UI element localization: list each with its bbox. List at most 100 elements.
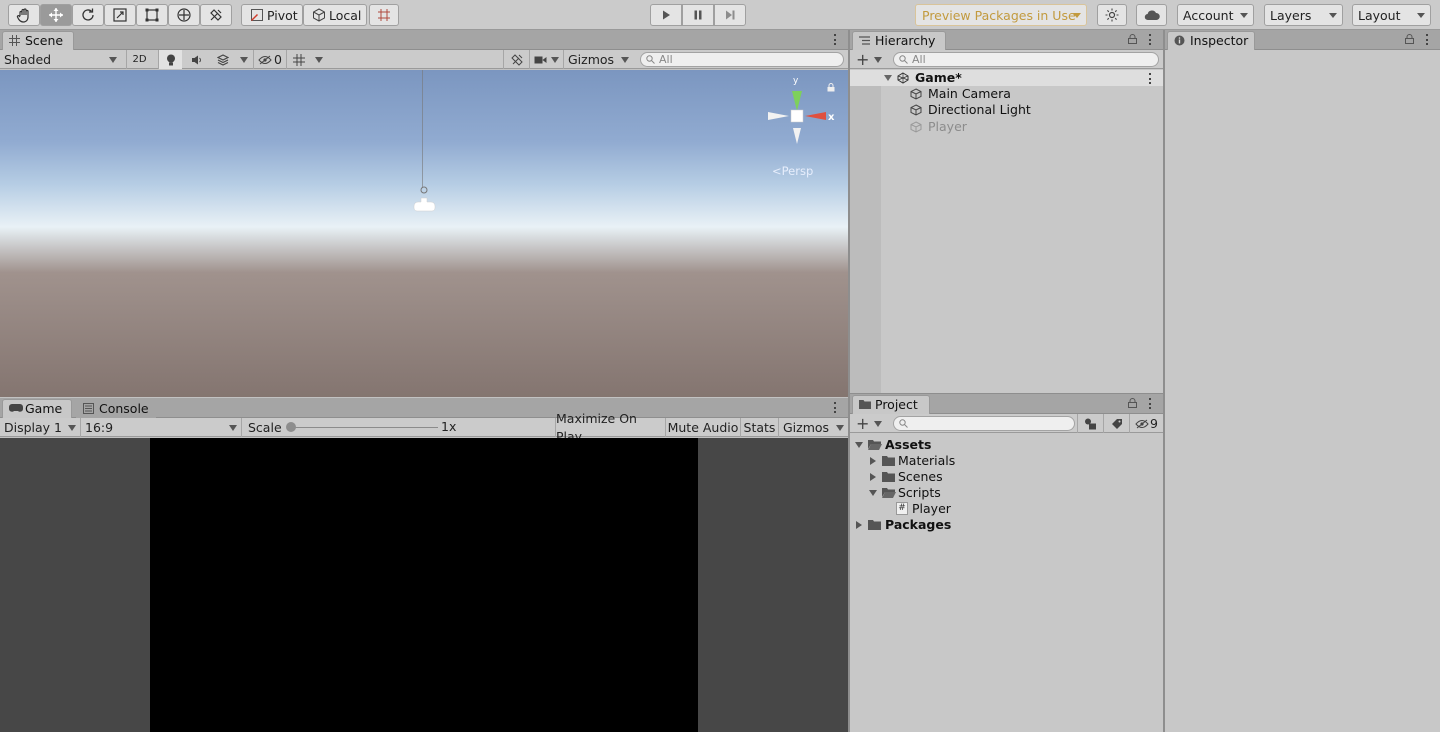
scale-slider-track[interactable]: [290, 427, 438, 428]
lock-icon[interactable]: [1405, 34, 1414, 44]
effects-toggle[interactable]: [210, 50, 236, 69]
shading-mode-dropdown[interactable]: Shaded: [0, 50, 121, 69]
local-label: Local: [329, 7, 362, 23]
tab-scene[interactable]: Scene: [2, 31, 74, 50]
project-search-input[interactable]: [893, 416, 1075, 431]
layers-dropdown[interactable]: Layers: [1264, 4, 1343, 26]
move-tool-button[interactable]: [40, 4, 72, 26]
camera-settings-dropdown[interactable]: [529, 50, 563, 69]
scene-tools-button[interactable]: [503, 50, 529, 69]
folder-icon: [868, 520, 881, 530]
mode-2d-button[interactable]: 2D: [126, 50, 152, 69]
mute-audio-toggle[interactable]: Mute Audio: [665, 418, 740, 437]
hidden-packages-toggle[interactable]: 9: [1129, 414, 1163, 433]
gizmos-dropdown[interactable]: Gizmos: [563, 50, 633, 69]
project-add-button[interactable]: +: [856, 416, 886, 432]
scene-menu-icon[interactable]: [834, 34, 837, 45]
scale-tool-button[interactable]: [104, 4, 136, 26]
play-button[interactable]: [650, 4, 682, 26]
gameobject-cube-icon: [910, 121, 922, 133]
hand-tool-button[interactable]: [8, 4, 40, 26]
eye-hidden-icon: [258, 55, 272, 64]
pause-button[interactable]: [682, 4, 714, 26]
hierarchy-add-button[interactable]: +: [856, 52, 886, 68]
hierarchy-item-player[interactable]: Player: [850, 119, 1163, 135]
chevron-down-icon: [68, 425, 76, 431]
mute-label: Mute Audio: [667, 419, 739, 435]
tree-item-assets[interactable]: Assets: [850, 437, 1163, 453]
layout-dropdown[interactable]: Layout: [1352, 4, 1431, 26]
preview-packages-dropdown[interactable]: Preview Packages in Use: [915, 4, 1087, 26]
tree-item-packages[interactable]: Packages: [850, 517, 1163, 533]
collapse-arrow-icon[interactable]: [870, 457, 876, 465]
stats-toggle[interactable]: Stats: [740, 418, 778, 437]
tree-item-scenes[interactable]: Scenes: [850, 469, 1163, 485]
hierarchy-item-main-camera[interactable]: Main Camera: [850, 86, 1163, 102]
tab-game[interactable]: Game: [2, 399, 72, 418]
search-by-label-button[interactable]: [1103, 414, 1129, 433]
audio-toggle[interactable]: [184, 50, 210, 69]
orientation-gizmo[interactable]: [764, 82, 836, 152]
shading-mode-label: Shaded: [4, 51, 52, 67]
tab-console[interactable]: Console: [76, 399, 156, 418]
game-gizmos-dropdown[interactable]: Gizmos: [778, 418, 848, 437]
tree-item-scripts[interactable]: Scripts: [850, 485, 1163, 501]
project-hidden-count: 9: [1150, 415, 1158, 431]
grid-toggle[interactable]: [286, 50, 310, 69]
tree-item-player-script[interactable]: # Player: [850, 501, 1163, 517]
scene-viewport[interactable]: y x <Persp: [0, 70, 848, 397]
tree-item-materials[interactable]: Materials: [850, 453, 1163, 469]
hierarchy-search-input[interactable]: All: [893, 52, 1159, 67]
scene-search-placeholder: All: [659, 53, 673, 66]
rotate-tool-button[interactable]: [72, 4, 104, 26]
chevron-down-icon: [240, 56, 248, 63]
maximize-on-play-toggle[interactable]: Maximize On Play: [555, 411, 665, 444]
lock-icon[interactable]: [1128, 34, 1137, 44]
scale-slider-handle[interactable]: [286, 422, 296, 432]
search-by-type-button[interactable]: [1077, 414, 1103, 433]
hierarchy-item-directional-light[interactable]: Directional Light: [850, 102, 1163, 118]
rect-tool-button[interactable]: [136, 4, 168, 26]
aspect-dropdown[interactable]: 16:9: [80, 418, 241, 437]
expand-arrow-icon[interactable]: [869, 490, 877, 496]
collapse-arrow-icon[interactable]: [856, 521, 862, 529]
effects-dropdown[interactable]: [236, 50, 252, 69]
pivot-button[interactable]: Pivot: [241, 4, 303, 26]
display-dropdown[interactable]: Display 1: [0, 418, 80, 437]
tab-project[interactable]: Project: [852, 395, 930, 414]
project-menu-icon[interactable]: [1149, 398, 1152, 409]
tab-inspector[interactable]: Inspector: [1167, 31, 1255, 50]
cloud-icon: [1144, 10, 1160, 21]
services-button[interactable]: [1097, 4, 1127, 26]
game-menu-icon[interactable]: [834, 402, 837, 413]
account-dropdown[interactable]: Account: [1177, 4, 1254, 26]
game-view[interactable]: [150, 438, 698, 732]
transform-tool-button[interactable]: [168, 4, 200, 26]
collapse-arrow-icon[interactable]: [870, 473, 876, 481]
tab-hierarchy-label: Hierarchy: [875, 33, 936, 48]
local-button[interactable]: Local: [303, 4, 367, 26]
account-label: Account: [1183, 7, 1234, 23]
inspector-menu-icon[interactable]: [1426, 34, 1429, 45]
lightbulb-icon: [166, 54, 175, 65]
grid-dropdown[interactable]: [310, 50, 328, 69]
grid-snap-button[interactable]: [369, 4, 399, 26]
custom-tool-button[interactable]: [200, 4, 232, 26]
directional-light-gizmo-icon[interactable]: [412, 184, 438, 214]
scene-root-row[interactable]: Game*: [850, 70, 1163, 86]
expand-arrow-icon[interactable]: [855, 442, 863, 448]
tab-hierarchy[interactable]: Hierarchy: [852, 31, 946, 50]
hidden-objects-toggle[interactable]: 0: [253, 50, 286, 69]
cloud-button[interactable]: [1136, 4, 1167, 26]
expand-arrow-icon[interactable]: [884, 75, 892, 81]
lock-icon[interactable]: [827, 83, 835, 92]
lighting-toggle[interactable]: [158, 50, 182, 69]
lock-icon[interactable]: [1128, 398, 1137, 408]
persp-label-container[interactable]: <Persp: [772, 164, 813, 178]
step-button[interactable]: [714, 4, 746, 26]
inspector-panel: Inspector: [1165, 30, 1440, 732]
scene-row-menu-icon[interactable]: [1149, 73, 1152, 84]
hierarchy-menu-icon[interactable]: [1149, 34, 1152, 45]
search-icon: [646, 55, 655, 64]
scene-search-input[interactable]: All: [640, 52, 844, 67]
